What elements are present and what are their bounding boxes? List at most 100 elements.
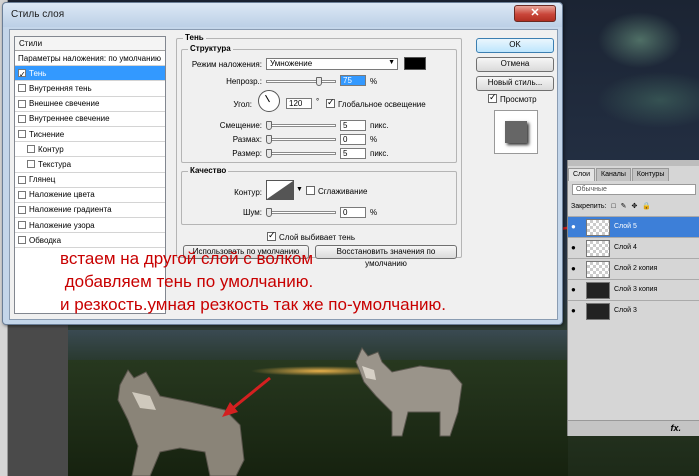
preview-label: Просмотр (500, 95, 537, 104)
antialias-label: Сглаживание (318, 187, 368, 196)
blend-mode-select[interactable]: Умножение ▼ (266, 58, 398, 70)
layer-row[interactable]: ● Слой 3 (568, 300, 699, 321)
style-item-checkbox[interactable] (18, 175, 26, 184)
size-slider-thumb[interactable] (266, 149, 272, 158)
distance-unit: пикс. (370, 121, 389, 130)
style-item-checkbox[interactable] (27, 145, 35, 154)
opacity-slider-thumb[interactable] (315, 77, 322, 86)
style-preview (494, 110, 538, 154)
opacity-slider[interactable] (266, 80, 336, 83)
angle-dial[interactable] (258, 90, 280, 112)
style-item[interactable]: Контур (15, 142, 165, 158)
style-item[interactable]: Текстура (15, 157, 165, 173)
layer-row[interactable]: ● Слой 3 копия (568, 279, 699, 300)
blend-mode-label: Режим наложения: (191, 60, 262, 69)
layer-row[interactable]: ● Слой 2 копия (568, 258, 699, 279)
eye-icon[interactable]: ● (571, 244, 581, 252)
style-item-checkbox[interactable] (18, 130, 26, 139)
spread-slider[interactable] (266, 138, 336, 141)
fx-icon[interactable]: fx. (670, 423, 681, 433)
layers-panel-grip[interactable] (568, 160, 699, 166)
style-item-label: Внутренняя тень (29, 83, 92, 93)
new-style-button[interactable]: Новый стиль... (476, 76, 554, 91)
style-item[interactable]: Наложение цвета (15, 188, 165, 203)
contour-dropdown-icon[interactable]: ▼ (296, 186, 303, 193)
annotation-line-1: встаем на другой слой с волком (60, 249, 314, 268)
tab-layers[interactable]: Слои (568, 168, 596, 181)
tab-paths[interactable]: Контуры (631, 168, 670, 181)
style-item[interactable]: Внутренняя тень (15, 81, 165, 97)
size-label: Размер: (232, 149, 262, 158)
lock-transparency-icon[interactable]: □ (611, 203, 615, 210)
layers-panel-footer: fx. (568, 420, 699, 436)
distance-slider[interactable] (266, 124, 336, 127)
opacity-input[interactable]: 75 (340, 75, 366, 86)
lock-pixels-icon[interactable]: ✎ (621, 202, 627, 210)
eye-icon[interactable]: ● (571, 286, 581, 294)
style-item[interactable]: Внутреннее свечение (15, 112, 165, 127)
shadow-color-swatch[interactable] (404, 57, 426, 70)
knockout-checkbox[interactable] (267, 230, 276, 241)
style-item-checkbox[interactable] (18, 114, 26, 123)
size-input[interactable]: 5 (340, 148, 366, 159)
reset-default-button[interactable]: Восстановить значения по умолчанию (315, 245, 457, 268)
global-light-checkbox[interactable] (326, 97, 335, 108)
layer-blend-mode-select[interactable]: Обычные (572, 184, 696, 195)
layer-name: Слой 3 копия (614, 286, 658, 293)
eye-icon[interactable]: ● (571, 265, 581, 273)
noise-input[interactable]: 0 (340, 207, 366, 218)
contour-picker[interactable] (266, 180, 294, 200)
eye-icon[interactable]: ● (571, 307, 581, 315)
distance-slider-thumb[interactable] (266, 121, 272, 130)
spread-slider-thumb[interactable] (266, 135, 272, 144)
style-item[interactable]: Наложение узора (15, 218, 165, 234)
layer-row[interactable]: ● Слой 4 (568, 237, 699, 258)
style-item[interactable]: Внешнее свечение (15, 97, 165, 112)
antialias-checkbox[interactable] (306, 186, 315, 195)
style-item[interactable]: Глянец (15, 173, 165, 188)
close-button[interactable]: ✕ (514, 5, 556, 22)
annotation-line-3: и резкость.умная резкость так же по-умол… (60, 295, 446, 314)
style-item-label: Обводка (29, 235, 62, 245)
opacity-unit: % (370, 77, 378, 86)
style-item-label: Текстура (38, 159, 72, 169)
cancel-button[interactable]: Отмена (476, 57, 554, 72)
size-unit: пикс. (370, 149, 389, 158)
layers-panel: Слои Каналы Контуры Обычные Закрепить: □… (567, 160, 699, 436)
contour-label: Контур: (234, 188, 262, 197)
structure-title: Структура (188, 44, 233, 53)
size-slider[interactable] (266, 152, 336, 155)
lock-position-icon[interactable]: ✥ (631, 202, 637, 210)
style-item-checkbox[interactable] (18, 190, 26, 199)
eye-icon[interactable]: ● (571, 223, 581, 231)
style-item-checkbox[interactable] (18, 205, 26, 214)
angle-input[interactable]: 120 (286, 98, 312, 109)
annotation-line-2: добавляем тень по умолчанию. (60, 272, 314, 291)
spread-input[interactable]: 0 (340, 134, 366, 145)
angle-dial-hand (265, 94, 270, 103)
style-item-checkbox[interactable] (18, 221, 26, 230)
styles-list-header[interactable]: Стили (15, 37, 165, 51)
blend-mode-value: Умножение (270, 59, 313, 68)
style-item-checkbox[interactable] (18, 67, 26, 82)
noise-slider[interactable] (266, 211, 336, 214)
style-item[interactable]: Параметры наложения: по умолчанию (15, 51, 165, 67)
ok-button[interactable]: OK (476, 38, 554, 53)
style-item[interactable]: Тиснение (15, 127, 165, 143)
layer-row[interactable]: ● Слой 5 (568, 216, 699, 237)
style-item-checkbox[interactable] (18, 236, 26, 245)
style-item-checkbox[interactable] (18, 99, 26, 108)
preview-checkbox[interactable] (488, 92, 497, 103)
layer-name: Слой 4 (614, 244, 637, 251)
style-item-label: Тень (29, 68, 47, 78)
noise-slider-thumb[interactable] (266, 208, 272, 217)
style-item-checkbox[interactable] (18, 84, 26, 93)
dialog-titlebar[interactable]: Стиль слоя ✕ (3, 3, 562, 27)
tab-channels[interactable]: Каналы (596, 168, 631, 181)
style-item-checkbox[interactable] (27, 160, 35, 169)
distance-input[interactable]: 5 (340, 120, 366, 131)
noise-unit: % (370, 208, 378, 217)
style-item[interactable]: Тень (15, 66, 165, 82)
lock-all-icon[interactable]: 🔒 (642, 202, 651, 210)
style-item[interactable]: Наложение градиента (15, 203, 165, 219)
